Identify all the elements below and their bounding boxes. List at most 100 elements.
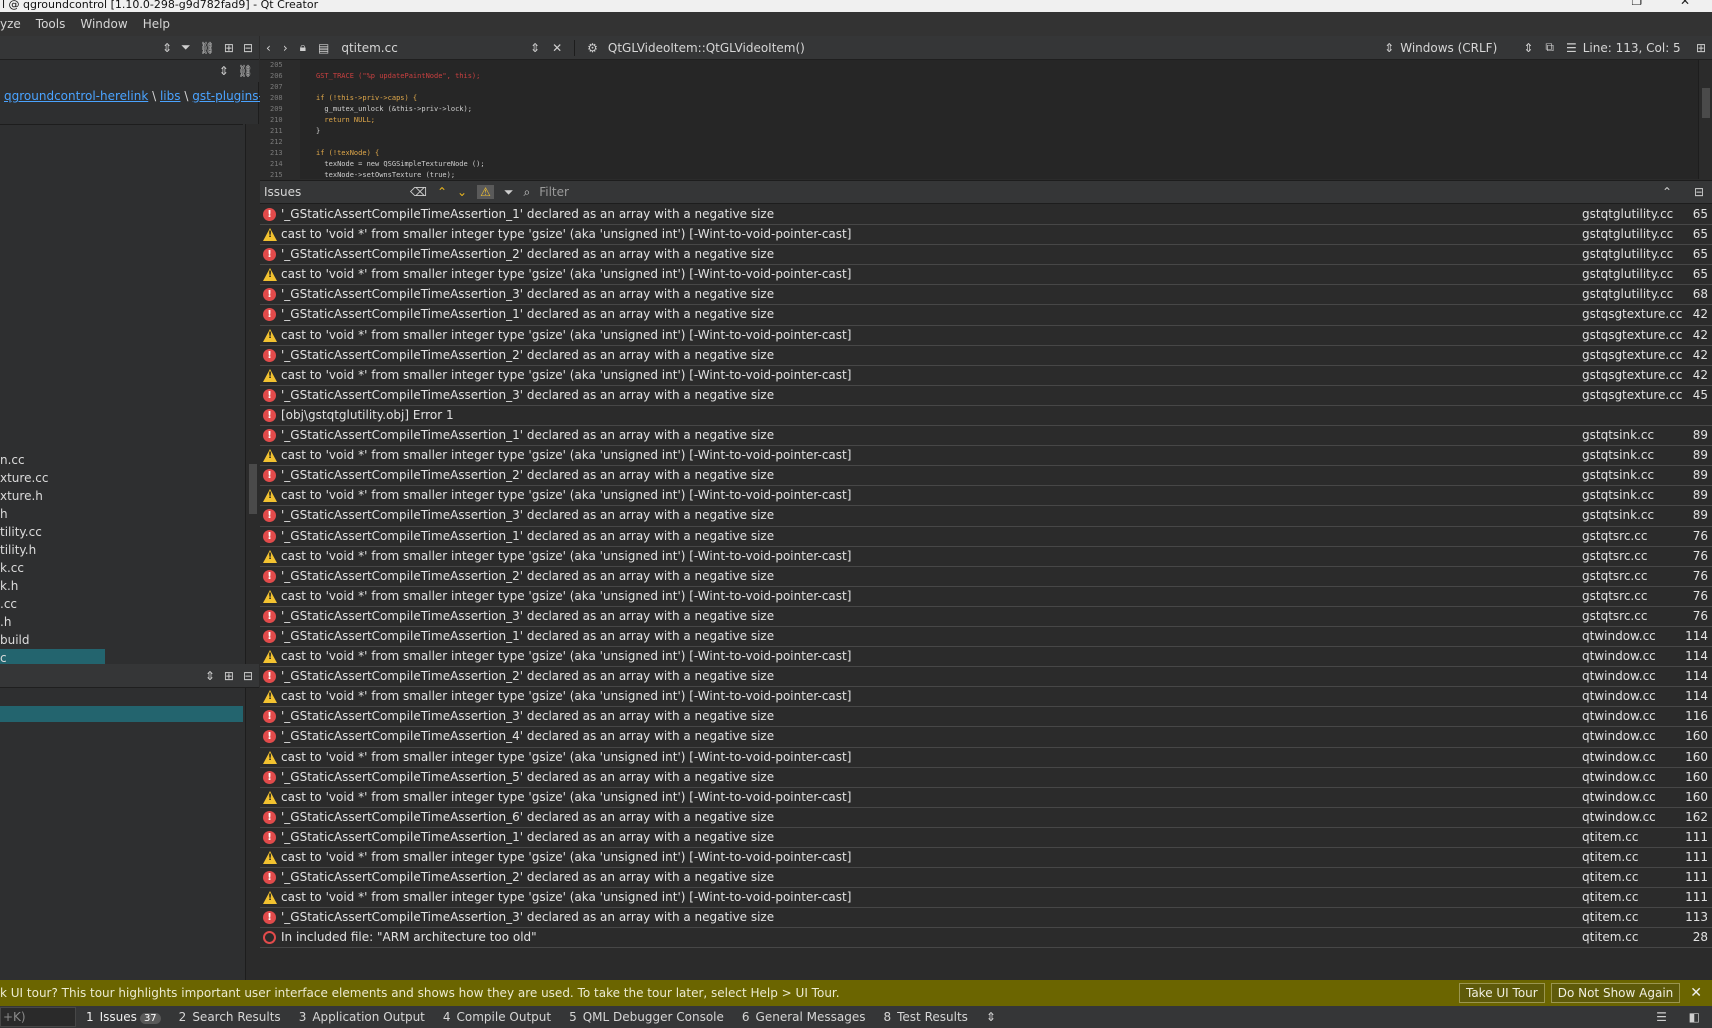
close-icon[interactable]: ✕: [1680, 0, 1690, 8]
tree-item[interactable]: build: [0, 631, 30, 649]
split-icon[interactable]: ⊞: [224, 669, 234, 683]
issue-row[interactable]: !'_GStaticAssertCompileTimeAssertion_3' …: [260, 908, 1712, 928]
issue-row[interactable]: !'_GStaticAssertCompileTimeAssertion_2' …: [260, 466, 1712, 486]
close-icon[interactable]: ✕: [1690, 985, 1702, 1001]
scroll-thumb[interactable]: [1702, 88, 1710, 118]
issue-row[interactable]: !'_GStaticAssertCompileTimeAssertion_1' …: [260, 205, 1712, 225]
issue-row[interactable]: cast to 'void *' from smaller integer ty…: [260, 446, 1712, 466]
issue-row[interactable]: !'_GStaticAssertCompileTimeAssertion_3' …: [260, 607, 1712, 627]
issue-row[interactable]: !'_GStaticAssertCompileTimeAssertion_1' …: [260, 828, 1712, 848]
forward-arrow-icon[interactable]: ›: [283, 41, 288, 55]
sort-arrows-icon[interactable]: ⇕: [162, 41, 172, 55]
issue-row[interactable]: cast to 'void *' from smaller integer ty…: [260, 687, 1712, 707]
issue-row[interactable]: !'_GStaticAssertCompileTimeAssertion_5' …: [260, 768, 1712, 788]
scroll-thumb[interactable]: [249, 464, 257, 514]
close-document-icon[interactable]: ✕: [552, 41, 562, 55]
warning-filter-icon[interactable]: ⚠: [477, 185, 494, 199]
collapse-icon[interactable]: ⊟: [243, 669, 253, 683]
issue-row[interactable]: !'_GStaticAssertCompileTimeAssertion_1' …: [260, 527, 1712, 547]
tab-issues[interactable]: 1Issues37: [86, 1010, 161, 1024]
collapse-icon[interactable]: ⊟: [243, 41, 253, 55]
issue-row[interactable]: cast to 'void *' from smaller integer ty…: [260, 547, 1712, 567]
issue-row[interactable]: !'_GStaticAssertCompileTimeAssertion_1' …: [260, 426, 1712, 446]
next-item-icon[interactable]: ⌄: [457, 185, 467, 199]
split-icon[interactable]: ⊞: [224, 41, 234, 55]
tab-search-results[interactable]: 2Search Results: [179, 1010, 281, 1024]
issue-row[interactable]: !'_GStaticAssertCompileTimeAssertion_3' …: [260, 707, 1712, 727]
do-not-show-again-button[interactable]: Do Not Show Again: [1551, 983, 1681, 1003]
issue-row[interactable]: cast to 'void *' from smaller integer ty…: [260, 748, 1712, 768]
issue-row[interactable]: !'_GStaticAssertCompileTimeAssertion_3' …: [260, 386, 1712, 406]
documents-scrollbar[interactable]: [245, 688, 259, 980]
tab-test-results[interactable]: 8Test Results: [883, 1010, 967, 1024]
back-arrow-icon[interactable]: ‹: [266, 41, 271, 55]
issue-row[interactable]: !'_GStaticAssertCompileTimeAssertion_1' …: [260, 305, 1712, 325]
issue-row[interactable]: !'_GStaticAssertCompileTimeAssertion_3' …: [260, 506, 1712, 526]
filter-icon[interactable]: ⏷: [504, 185, 514, 200]
cursor-position[interactable]: Line: 113, Col: 5: [1583, 41, 1690, 55]
issue-row[interactable]: !'_GStaticAssertCompileTimeAssertion_1' …: [260, 627, 1712, 647]
tree-item[interactable]: tility.h: [0, 541, 36, 559]
issue-row[interactable]: cast to 'void *' from smaller integer ty…: [260, 788, 1712, 808]
breadcrumb-link-plugins[interactable]: gst-plugins-: [192, 89, 263, 103]
tree-item[interactable]: tility.cc: [0, 523, 42, 541]
breadcrumb-link-project[interactable]: qgroundcontrol-herelink: [4, 89, 148, 103]
issue-row[interactable]: cast to 'void *' from smaller integer ty…: [260, 647, 1712, 667]
current-symbol[interactable]: QtGLVideoItem::QtGLVideoItem(): [604, 41, 1378, 55]
filter-icon[interactable]: ⏷: [181, 40, 191, 55]
take-ui-tour-button[interactable]: Take UI Tour: [1459, 983, 1545, 1003]
menu-analyze[interactable]: yze: [0, 17, 30, 31]
tab-compile-output[interactable]: 4Compile Output: [443, 1010, 551, 1024]
link-icon[interactable]: ⛓: [238, 64, 253, 78]
maximize-icon[interactable]: ❐: [1631, 0, 1642, 8]
issue-row[interactable]: !'_GStaticAssertCompileTimeAssertion_6' …: [260, 808, 1712, 828]
issue-row[interactable]: cast to 'void *' from smaller integer ty…: [260, 326, 1712, 346]
open-file-name[interactable]: qtitem.cc: [335, 41, 524, 55]
breadcrumb-link-libs[interactable]: libs: [160, 89, 181, 103]
issue-row[interactable]: cast to 'void *' from smaller integer ty…: [260, 848, 1712, 868]
code-editor[interactable]: 205 206 207 208 209 210 211 212 213 214 …: [260, 60, 1712, 179]
sort-arrows-icon[interactable]: ⇕: [530, 41, 540, 55]
close-pane-icon[interactable]: ⊟: [1694, 185, 1704, 199]
tree-item[interactable]: .cc: [0, 595, 17, 613]
issue-row[interactable]: cast to 'void *' from smaller integer ty…: [260, 366, 1712, 386]
issue-row[interactable]: cast to 'void *' from smaller integer ty…: [260, 888, 1712, 908]
tree-item[interactable]: n.cc: [0, 451, 25, 469]
sort-arrows-icon[interactable]: ⇕: [219, 64, 229, 78]
issue-row[interactable]: cast to 'void *' from smaller integer ty…: [260, 587, 1712, 607]
more-tabs-icon[interactable]: ⇕: [986, 1010, 996, 1024]
sort-arrows-icon[interactable]: ⇕: [1384, 41, 1394, 55]
issue-row[interactable]: cast to 'void *' from smaller integer ty…: [260, 486, 1712, 506]
tree-item[interactable]: h: [0, 505, 8, 523]
issue-row[interactable]: ![obj\gstqtglutility.obj] Error 1: [260, 406, 1712, 426]
previous-item-icon[interactable]: ⌃: [437, 185, 447, 199]
split-editor-icon[interactable]: ⊞: [1696, 41, 1706, 55]
tree-item[interactable]: xture.h: [0, 487, 43, 505]
toggle-sidebar-icon[interactable]: ◧: [1689, 1010, 1700, 1024]
toggle-progress-icon[interactable]: ☰: [1656, 1010, 1667, 1024]
tab-qml-debugger-console[interactable]: 5QML Debugger Console: [569, 1010, 724, 1024]
clear-issues-icon[interactable]: ⌫: [410, 185, 427, 199]
tree-item[interactable]: xture.cc: [0, 469, 48, 487]
issue-row[interactable]: In included file: "ARM architecture too …: [260, 928, 1712, 948]
sort-arrows-icon[interactable]: ⇕: [205, 669, 215, 683]
menu-window[interactable]: Window: [74, 17, 136, 31]
issues-filter-input[interactable]: Filter: [539, 185, 569, 199]
line-ending-select[interactable]: Windows (CRLF): [1400, 41, 1517, 55]
issue-row[interactable]: cast to 'void *' from smaller integer ty…: [260, 225, 1712, 245]
sort-arrows-icon[interactable]: ⇕: [1523, 41, 1533, 55]
bookmark-icon[interactable]: ⧉: [1545, 40, 1554, 55]
issue-row[interactable]: !'_GStaticAssertCompileTimeAssertion_2' …: [260, 245, 1712, 265]
tab-general-messages[interactable]: 6General Messages: [742, 1010, 866, 1024]
issue-row[interactable]: !'_GStaticAssertCompileTimeAssertion_2' …: [260, 346, 1712, 366]
issue-row[interactable]: !'_GStaticAssertCompileTimeAssertion_2' …: [260, 868, 1712, 888]
tab-application-output[interactable]: 3Application Output: [299, 1010, 425, 1024]
locator-input[interactable]: +K): [0, 1007, 76, 1027]
issue-row[interactable]: cast to 'void *' from smaller integer ty…: [260, 265, 1712, 285]
link-icon[interactable]: ⛓: [200, 41, 215, 55]
issue-row[interactable]: !'_GStaticAssertCompileTimeAssertion_2' …: [260, 567, 1712, 587]
maximize-pane-icon[interactable]: ⌃: [1662, 185, 1672, 199]
code-scrollbar[interactable]: [1698, 60, 1712, 179]
menu-tools[interactable]: Tools: [30, 17, 75, 31]
issue-row[interactable]: !'_GStaticAssertCompileTimeAssertion_4' …: [260, 727, 1712, 747]
